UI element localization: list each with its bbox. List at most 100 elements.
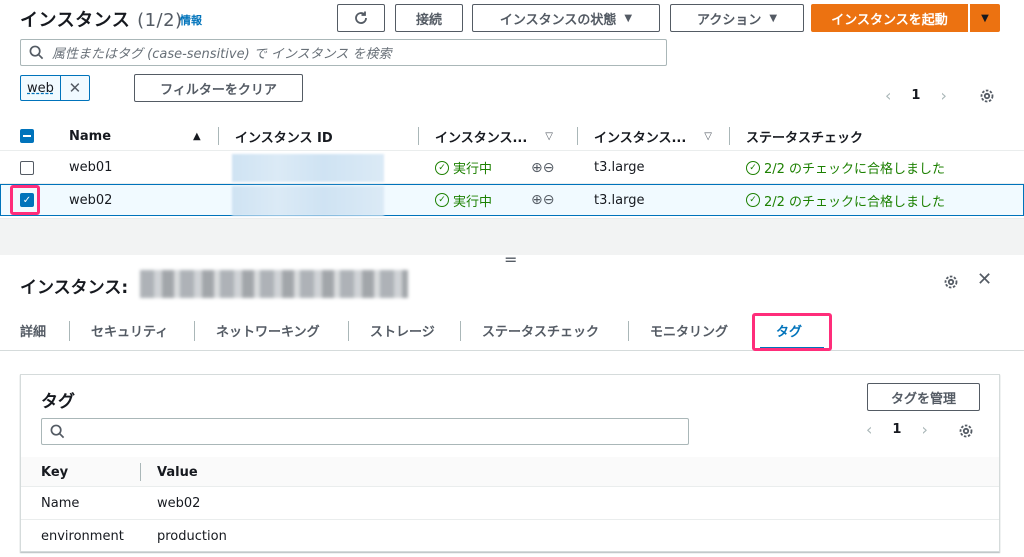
remove-filter-icon[interactable]: ✕ — [61, 76, 89, 100]
status-check: ✓ 2/2 のチェックに合格しました — [746, 185, 945, 215]
col-name-label: Name — [69, 128, 112, 144]
instance-state-text: 実行中 — [453, 162, 493, 177]
redacted-instance-id — [140, 270, 408, 298]
info-link[interactable]: 情報 — [180, 12, 202, 28]
search-icon — [50, 424, 65, 439]
instance-search-input[interactable]: 属性またはタグ (case-sensitive) で インスタンス を検索 — [20, 39, 667, 66]
check-circle-icon: ✓ — [746, 193, 760, 207]
settings-gear-icon[interactable] — [979, 88, 995, 104]
next-page-icon[interactable]: › — [921, 420, 927, 439]
prev-page-icon[interactable]: ‹ — [885, 86, 891, 105]
tab-divider — [628, 321, 629, 341]
tab-storage[interactable]: ストレージ — [370, 321, 435, 340]
tab-security[interactable]: セキュリティ — [91, 321, 168, 340]
refresh-icon — [355, 11, 367, 24]
column-divider[interactable] — [140, 463, 141, 481]
tags-search-input[interactable] — [41, 418, 689, 445]
tab-status-checks[interactable]: ステータスチェック — [482, 321, 599, 340]
instance-detail-panel: インスタンス: ✕ 詳細 セキュリティ ネットワーキング ストレージ ステータス… — [0, 255, 1024, 557]
status-check-text: 2/2 のチェックに合格しました — [764, 194, 946, 210]
launch-options-dropdown[interactable]: ▼ — [970, 4, 1000, 32]
sort-icon[interactable]: ▽ — [545, 131, 553, 142]
manage-tags-label: タグを管理 — [890, 391, 956, 407]
status-check-text: 2/2 のチェックに合格しました — [764, 162, 946, 177]
tab-details[interactable]: 詳細 — [20, 321, 46, 340]
zoom-icons[interactable]: ⊕ ⊖ — [531, 185, 554, 215]
detail-title-text: インスタンス: — [20, 278, 129, 298]
refresh-button[interactable] — [337, 4, 385, 32]
col-instance-id-label: インスタンス ID — [235, 130, 333, 146]
instances-table-header: Name ▲ インスタンス ID インスタンス... ▽ インスタンス... ▽… — [0, 121, 1024, 151]
tag-key: environment — [41, 528, 124, 544]
connect-button[interactable]: 接続 — [395, 4, 463, 32]
zoom-icons[interactable]: ⊕ ⊖ — [531, 152, 554, 183]
status-check: ✓ 2/2 のチェックに合格しました — [746, 152, 945, 183]
caret-down-icon: ▼ — [981, 12, 989, 24]
connect-label: 接続 — [415, 12, 442, 28]
clear-filters-button[interactable]: フィルターをクリア — [134, 74, 303, 102]
tags-panel: タグ タグを管理 ‹ 1 › Key Value Name web02 envi… — [20, 374, 1000, 552]
page-title-text: インスタンス — [20, 10, 131, 31]
current-page[interactable]: 1 — [911, 88, 920, 103]
instance-state-dropdown[interactable]: インスタンスの状態 ▼ — [472, 4, 660, 32]
search-icon — [29, 45, 44, 60]
tab-divider — [348, 321, 349, 341]
tab-monitoring[interactable]: モニタリング — [650, 321, 728, 340]
col-instance-id[interactable]: インスタンス ID — [235, 121, 415, 151]
tags-title: タグ — [41, 392, 75, 412]
settings-gear-icon[interactable] — [943, 274, 959, 290]
settings-gear-icon[interactable] — [958, 423, 974, 439]
sort-icon[interactable]: ▽ — [704, 131, 712, 142]
col-name[interactable]: Name ▲ — [69, 121, 209, 151]
tab-divider — [69, 321, 70, 341]
column-divider[interactable] — [577, 127, 578, 145]
zoom-out-icon[interactable]: ⊖ — [543, 192, 555, 208]
resize-handle-icon[interactable]: = — [504, 252, 517, 268]
col-value[interactable]: Value — [157, 457, 198, 487]
instance-name[interactable]: web02 — [69, 185, 112, 215]
tag-key: Name — [41, 496, 80, 511]
checkbox[interactable] — [20, 129, 34, 143]
tab-divider — [194, 321, 195, 341]
zoom-in-icon[interactable]: ⊕ — [531, 160, 543, 176]
launch-instance-button[interactable]: インスタンスを起動 — [811, 4, 968, 32]
col-status-check-label: ステータスチェック — [746, 130, 864, 146]
actions-dropdown[interactable]: アクション ▼ — [670, 4, 804, 32]
column-divider[interactable] — [729, 127, 730, 145]
tab-divider — [460, 321, 461, 341]
table-row: environment production — [21, 520, 999, 552]
page-title: インスタンス (1/2) — [20, 6, 183, 32]
col-key[interactable]: Key — [41, 457, 68, 487]
check-circle-icon: ✓ — [746, 160, 760, 175]
zoom-out-icon[interactable]: ⊖ — [543, 160, 555, 176]
select-all-checkbox[interactable] — [20, 121, 34, 151]
col-instance-state[interactable]: インスタンス... ▽ — [435, 121, 565, 151]
check-circle-icon: ✓ — [435, 193, 449, 207]
row-checkbox[interactable] — [20, 152, 34, 183]
col-status-check[interactable]: ステータスチェック — [746, 121, 946, 151]
sort-asc-icon[interactable]: ▲ — [193, 131, 201, 142]
tab-networking[interactable]: ネットワーキング — [216, 321, 320, 340]
instance-state-label: インスタンスの状態 — [499, 12, 617, 28]
checkbox[interactable] — [20, 160, 34, 175]
column-divider[interactable] — [418, 127, 419, 145]
zoom-in-icon[interactable]: ⊕ — [531, 192, 543, 208]
tags-table-header: Key Value — [21, 457, 999, 487]
next-page-icon[interactable]: › — [940, 86, 946, 105]
table-row: Name web02 — [21, 488, 999, 520]
prev-page-icon[interactable]: ‹ — [866, 420, 872, 439]
caret-down-icon: ▼ — [624, 12, 633, 24]
table-row[interactable]: web01 ✓ 実行中 ⊕ ⊖ t3.large ✓ 2/2 のチェックに合格しま… — [0, 152, 1024, 184]
manage-tags-button[interactable]: タグを管理 — [867, 383, 980, 411]
instance-state-text: 実行中 — [453, 194, 493, 210]
instance-type: t3.large — [594, 160, 645, 175]
table-row-selected[interactable]: ✓ web02 ✓ 実行中 ⊕ ⊖ t3.large ✓ 2/2 のチェックに合格… — [0, 184, 1024, 216]
col-instance-type[interactable]: インスタンス... ▽ — [594, 121, 724, 151]
column-divider[interactable] — [218, 127, 219, 145]
instance-state: ✓ 実行中 — [435, 152, 492, 183]
tags-current-page[interactable]: 1 — [892, 422, 901, 437]
detail-title: インスタンス: — [20, 273, 128, 298]
instance-name[interactable]: web01 — [69, 152, 112, 183]
close-icon[interactable]: ✕ — [977, 269, 992, 290]
filter-token-label[interactable]: web — [21, 76, 61, 100]
